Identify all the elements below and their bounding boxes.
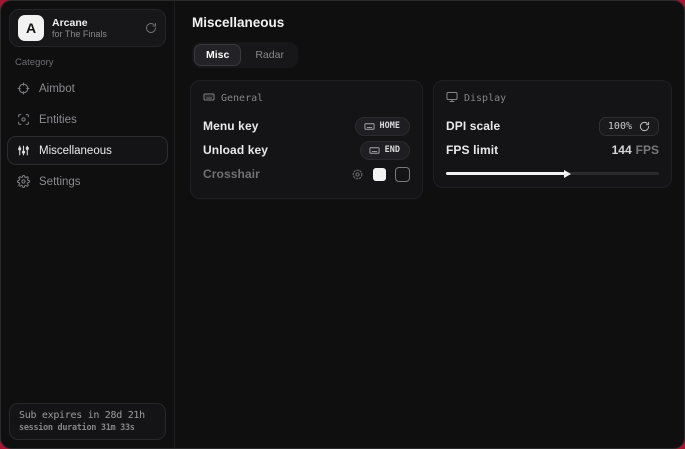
general-card: General Menu key HOME Unload key	[190, 80, 423, 199]
crosshair-icon	[16, 82, 30, 95]
crosshair-row: Crosshair	[203, 162, 410, 186]
fps-limit-label: FPS limit	[446, 143, 498, 157]
sidebar-item-miscellaneous[interactable]: Miscellaneous	[7, 136, 168, 165]
desktop-background: A Arcane for The Finals Category	[0, 0, 685, 449]
dpi-scale-row: DPI scale 100%	[446, 114, 659, 138]
brand-subtitle: for The Finals	[52, 29, 137, 39]
session-duration-text: session duration 31m 33s	[19, 423, 156, 433]
tab-radar[interactable]: Radar	[243, 44, 296, 66]
sidebar-nav: Aimbot Entities	[1, 74, 174, 196]
sidebar-item-label: Aimbot	[39, 83, 75, 95]
entities-icon	[16, 113, 30, 126]
dpi-scale-label: DPI scale	[446, 119, 500, 133]
brand-title: Arcane	[52, 17, 137, 29]
brand-text: Arcane for The Finals	[52, 17, 137, 39]
sidebar-item-label: Miscellaneous	[39, 145, 112, 157]
keyboard-icon	[369, 145, 380, 156]
sub-expiry-text: Sub expires in 28d 21h	[19, 410, 156, 421]
main-content: Miscellaneous Misc Radar General	[175, 1, 685, 448]
display-card-header: Display	[446, 91, 659, 106]
menu-key-binding[interactable]: HOME	[355, 117, 410, 136]
fps-slider-thumb[interactable]	[564, 170, 571, 178]
brand-card: A Arcane for The Finals	[9, 9, 166, 47]
fps-limit-row: FPS limit 144 FPS	[446, 138, 659, 162]
cards-row: General Menu key HOME Unload key	[190, 80, 672, 199]
unload-key-binding[interactable]: END	[360, 141, 410, 160]
arcane-window: A Arcane for The Finals Category	[0, 0, 685, 449]
dpi-scale-value: 100%	[608, 121, 632, 132]
fps-slider-fill	[446, 172, 565, 175]
fps-limit-value: 144 FPS	[612, 143, 659, 157]
dpi-scale-control[interactable]: 100%	[599, 117, 659, 136]
crosshair-settings-gear-icon[interactable]	[351, 168, 364, 181]
sidebar-item-settings[interactable]: Settings	[7, 167, 168, 196]
keyboard-icon	[364, 121, 375, 132]
refresh-icon[interactable]	[145, 22, 157, 34]
sidebar-item-entities[interactable]: Entities	[7, 105, 168, 134]
fps-unit: FPS	[636, 143, 659, 157]
crosshair-controls	[351, 167, 410, 182]
menu-key-label: Menu key	[203, 119, 259, 133]
display-card: Display DPI scale 100% FPS limit	[433, 80, 672, 188]
tab-bar: Misc Radar	[192, 42, 298, 68]
display-card-title: Display	[464, 93, 506, 104]
monitor-icon	[446, 91, 458, 106]
avatar: A	[18, 15, 44, 41]
crosshair-preview-box[interactable]	[395, 167, 410, 182]
subscription-info-box: Sub expires in 28d 21h session duration …	[9, 403, 166, 440]
crosshair-label: Crosshair	[203, 167, 260, 181]
gear-icon	[16, 175, 30, 188]
fps-limit-slider[interactable]	[446, 172, 659, 175]
unload-key-value: END	[385, 145, 400, 155]
sidebar: A Arcane for The Finals Category	[1, 1, 175, 448]
category-label: Category	[15, 57, 174, 68]
keyboard-icon	[203, 91, 215, 106]
menu-key-value: HOME	[380, 121, 400, 131]
rotate-refresh-icon	[639, 121, 650, 132]
sidebar-item-label: Settings	[39, 176, 81, 188]
unload-key-label: Unload key	[203, 143, 268, 157]
fps-number: 144	[612, 143, 632, 157]
unload-key-row: Unload key END	[203, 138, 410, 162]
crosshair-color-swatch[interactable]	[373, 168, 386, 181]
general-card-header: General	[203, 91, 410, 106]
sliders-icon	[16, 144, 30, 157]
menu-key-row: Menu key HOME	[203, 114, 410, 138]
sidebar-item-label: Entities	[39, 114, 77, 126]
tab-misc[interactable]: Misc	[194, 44, 241, 66]
page-title: Miscellaneous	[192, 15, 672, 30]
sidebar-item-aimbot[interactable]: Aimbot	[7, 74, 168, 103]
general-card-title: General	[221, 93, 263, 104]
